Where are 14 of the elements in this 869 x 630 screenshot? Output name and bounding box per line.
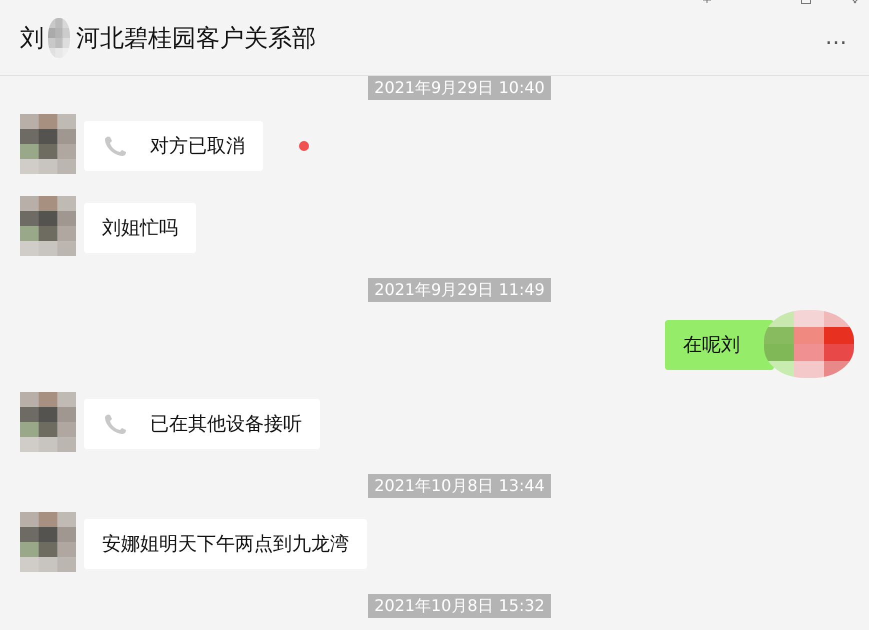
timestamp: 2021年9月29日 10:40: [368, 76, 551, 100]
more-button[interactable]: …: [825, 25, 849, 50]
phone-icon: [102, 135, 128, 157]
phone-icon: [102, 413, 128, 435]
message-bubble: 刘姐忙吗: [84, 203, 196, 253]
timestamp: 2021年10月8日 13:44: [368, 474, 551, 498]
timestamp: 2021年9月29日 11:49: [368, 278, 551, 302]
timestamp: 2021年10月8日 15:32: [368, 594, 551, 618]
chat-title: 河北碧桂园客户关系部: [76, 22, 316, 54]
message-bubble: 安娜姐明天下午两点到九龙湾: [84, 519, 367, 569]
call-message: 已在其他设备接听: [84, 399, 320, 449]
message-bubble: 在呢刘: [665, 320, 774, 370]
chat-title: 刘: [20, 22, 44, 54]
call-message: 对方已取消: [84, 121, 263, 171]
